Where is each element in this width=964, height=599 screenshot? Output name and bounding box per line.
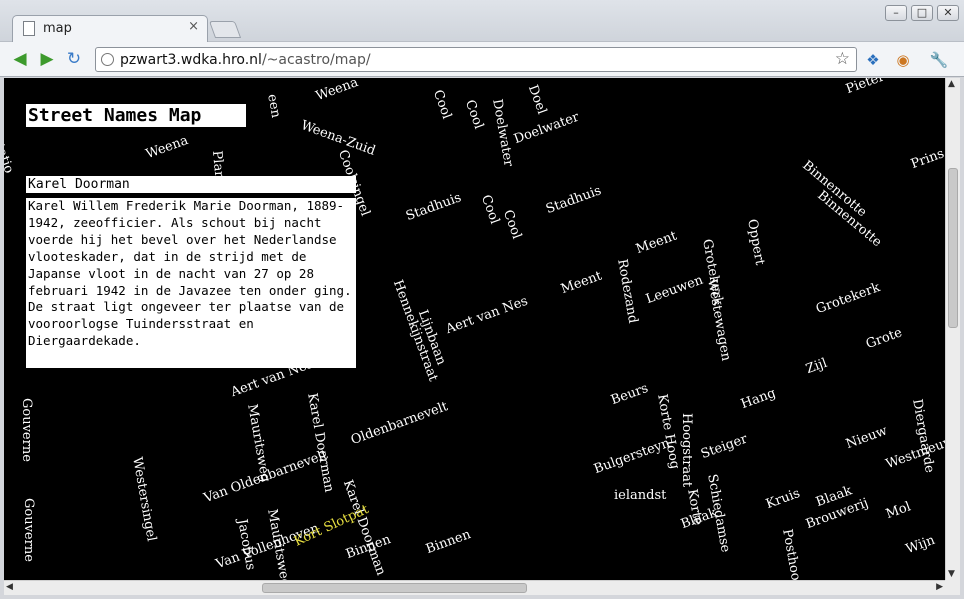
- street-label[interactable]: tatio: [4, 142, 16, 175]
- street-label[interactable]: een: [264, 93, 283, 119]
- address-bar[interactable]: pzwart3.wdka.hro.nl/~acastro/map/ ☆: [95, 47, 857, 72]
- street-label[interactable]: Prins: [909, 146, 945, 172]
- scroll-right-icon[interactable]: ▶: [936, 582, 943, 592]
- street-label[interactable]: Nieuw: [844, 423, 889, 452]
- street-label[interactable]: Oldenbarnevelt: [349, 399, 450, 448]
- street-label[interactable]: Grotekerk: [814, 280, 882, 317]
- street-label[interactable]: Weena: [314, 78, 360, 104]
- wrench-icon[interactable]: 🔧: [928, 49, 950, 71]
- street-label[interactable]: Meent: [634, 229, 679, 258]
- page-icon: [23, 21, 35, 36]
- street-label[interactable]: Karel Doorman: [304, 392, 336, 493]
- bookmark-star-icon[interactable]: ☆: [835, 49, 850, 69]
- street-label[interactable]: Kruis: [764, 486, 802, 512]
- street-label[interactable]: Stadhuis: [404, 190, 463, 224]
- street-label[interactable]: Beurs: [609, 381, 650, 408]
- street-label[interactable]: Gouverne: [21, 498, 36, 562]
- scroll-up-icon[interactable]: ▲: [948, 79, 955, 89]
- street-label[interactable]: Cool: [500, 208, 524, 241]
- street-label[interactable]: Korte Hoog: [654, 393, 682, 470]
- street-description: Karel Willem Frederik Marie Doorman, 188…: [26, 198, 356, 368]
- street-label[interactable]: Aert van Nes: [444, 294, 530, 338]
- maximize-button[interactable]: □: [911, 5, 933, 21]
- street-label[interactable]: Bulgersteyn: [592, 436, 672, 477]
- scrollbar-corner: [945, 580, 960, 595]
- street-label[interactable]: Hoogstraat: [679, 413, 694, 487]
- map-canvas[interactable]: Weena Weena-Zuid een Weena tatio Plan Cool Cool…: [4, 78, 945, 580]
- forward-arrow-icon[interactable]: ▶: [36, 49, 58, 69]
- street-label[interactable]: Hang: [739, 386, 778, 412]
- browser-tab[interactable]: map ×: [12, 15, 208, 42]
- street-label[interactable]: Weena: [144, 133, 190, 162]
- street-label[interactable]: Posthoorn: [779, 528, 805, 580]
- street-label[interactable]: Karel Doorman: [340, 478, 388, 577]
- street-label[interactable]: Pieter: [844, 78, 886, 97]
- street-label[interactable]: Leeuwen: [644, 273, 705, 307]
- street-label[interactable]: Gouverne: [19, 398, 34, 462]
- street-label[interactable]: Stadhuis: [544, 183, 603, 217]
- url-path: /~acastro/map/: [261, 52, 371, 68]
- street-label[interactable]: Doelwater: [512, 110, 581, 147]
- vertical-scroll-thumb[interactable]: [948, 168, 958, 328]
- street-label[interactable]: Binnen: [424, 527, 473, 557]
- new-tab-button[interactable]: [208, 21, 242, 38]
- close-window-button[interactable]: ✕: [937, 5, 959, 21]
- street-label[interactable]: Doel: [525, 83, 549, 116]
- url-host: pzwart3.wdka.hro.nl: [120, 52, 262, 68]
- street-label[interactable]: Grote: [864, 325, 904, 352]
- street-label[interactable]: Oppert: [744, 218, 767, 266]
- tab-close-icon[interactable]: ×: [188, 19, 199, 34]
- selected-street-name: Karel Doorman: [26, 176, 356, 193]
- scroll-left-icon[interactable]: ◀: [6, 582, 13, 592]
- street-label[interactable]: Wijn: [904, 533, 937, 557]
- street-label[interactable]: Mol: [884, 499, 913, 522]
- street-label[interactable]: Zijl: [804, 356, 829, 377]
- horizontal-scroll-thumb[interactable]: [262, 583, 527, 593]
- vertical-scrollbar[interactable]: ▲ ▼: [945, 78, 960, 580]
- tab-title: map: [43, 21, 72, 36]
- extension-icon[interactable]: ◉: [892, 49, 914, 71]
- browser-titlebar: map × – □ ✕: [0, 0, 964, 42]
- globe-icon: [101, 53, 114, 66]
- browser-toolbar: ◀ ▶ ↻ pzwart3.wdka.hro.nl/~acastro/map/ …: [0, 42, 964, 77]
- scroll-down-icon[interactable]: ▼: [948, 569, 955, 579]
- street-label[interactable]: Rodezand: [614, 258, 640, 325]
- street-label[interactable]: Cool: [462, 98, 486, 131]
- back-arrow-icon[interactable]: ◀: [9, 49, 31, 69]
- reload-icon[interactable]: ↻: [63, 49, 85, 69]
- url-text: pzwart3.wdka.hro.nl/~acastro/map/: [120, 52, 371, 68]
- street-label[interactable]: Cool: [430, 88, 454, 121]
- street-label[interactable]: Westersingel: [129, 456, 159, 542]
- horizontal-scrollbar[interactable]: ◀ ▶: [4, 580, 945, 595]
- street-label[interactable]: Grotekerk: [699, 238, 725, 307]
- street-label[interactable]: Steiger: [699, 432, 749, 463]
- street-label[interactable]: Meent: [559, 269, 604, 298]
- translate-icon[interactable]: ❖: [862, 49, 884, 71]
- minimize-button[interactable]: –: [885, 5, 907, 21]
- street-label[interactable]: ielandst: [614, 488, 666, 503]
- page-title: Street Names Map: [26, 104, 246, 127]
- street-label[interactable]: Mauritsweg: [244, 403, 272, 483]
- street-label[interactable]: Cool: [478, 193, 502, 226]
